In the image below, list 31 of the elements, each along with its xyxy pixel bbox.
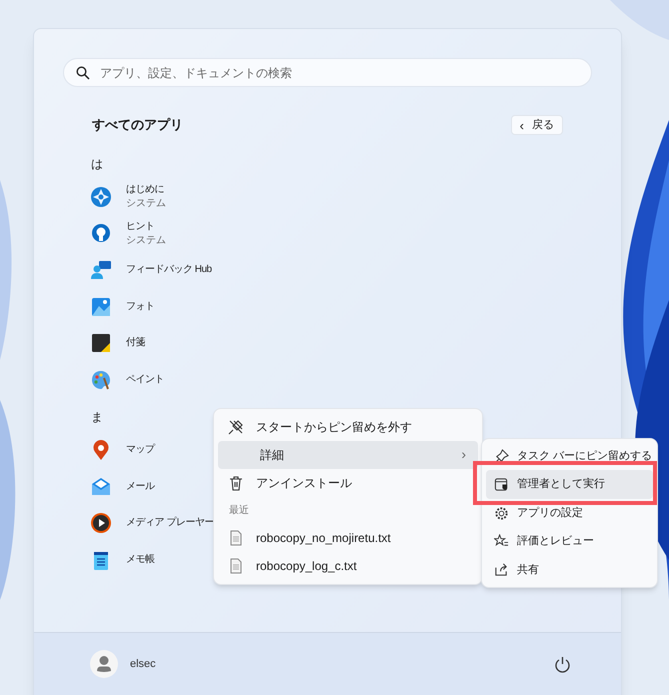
app-item[interactable]: ペイント (90, 362, 240, 398)
menu-item[interactable]: 共有 (486, 556, 653, 584)
section-heading: すべてのアプリ (92, 116, 183, 134)
app-name: フィードバック Hub (126, 263, 212, 278)
chevron-icon: › (461, 444, 466, 466)
menu-item[interactable]: タスク バーにピン留めする (486, 442, 653, 470)
app-item[interactable]: ヒント システム (90, 216, 240, 252)
app-name: ヒント (126, 220, 156, 234)
app-item[interactable]: フィードバック Hub (90, 252, 240, 288)
search-input[interactable]: アプリ、設定、ドキュメントの検索 (100, 59, 579, 86)
app-name: マップ (126, 443, 154, 458)
app-name: フォト (126, 300, 154, 314)
search-field[interactable]: アプリ、設定、ドキュメントの検索 (63, 58, 592, 87)
menu-item[interactable]: アプリの設定 (486, 498, 653, 528)
app-name: 付箋 (126, 336, 145, 350)
app-subtitle: システム (126, 234, 166, 248)
section-letter: は (90, 156, 103, 173)
app-name: メモ帳 (126, 552, 154, 567)
section-letter: ま (90, 409, 103, 426)
app-item[interactable]: はじめに システム (90, 179, 240, 216)
app-item[interactable]: フォト (90, 288, 240, 325)
app-item[interactable]: 付箋 (90, 325, 240, 362)
menu-item[interactable]: 管理者として実行 (486, 470, 653, 499)
user-name[interactable]: elsec (130, 656, 156, 672)
app-name: メール (126, 480, 154, 494)
app-subtitle: システム (126, 197, 166, 212)
app-name: はじめに (126, 183, 165, 198)
back-button[interactable]: ‹ 戻る (510, 115, 563, 135)
app-name: ペイント (126, 372, 164, 387)
menu-item[interactable]: 評価とレビュー (486, 527, 653, 556)
menu-item[interactable]: 詳細 › (218, 440, 478, 469)
